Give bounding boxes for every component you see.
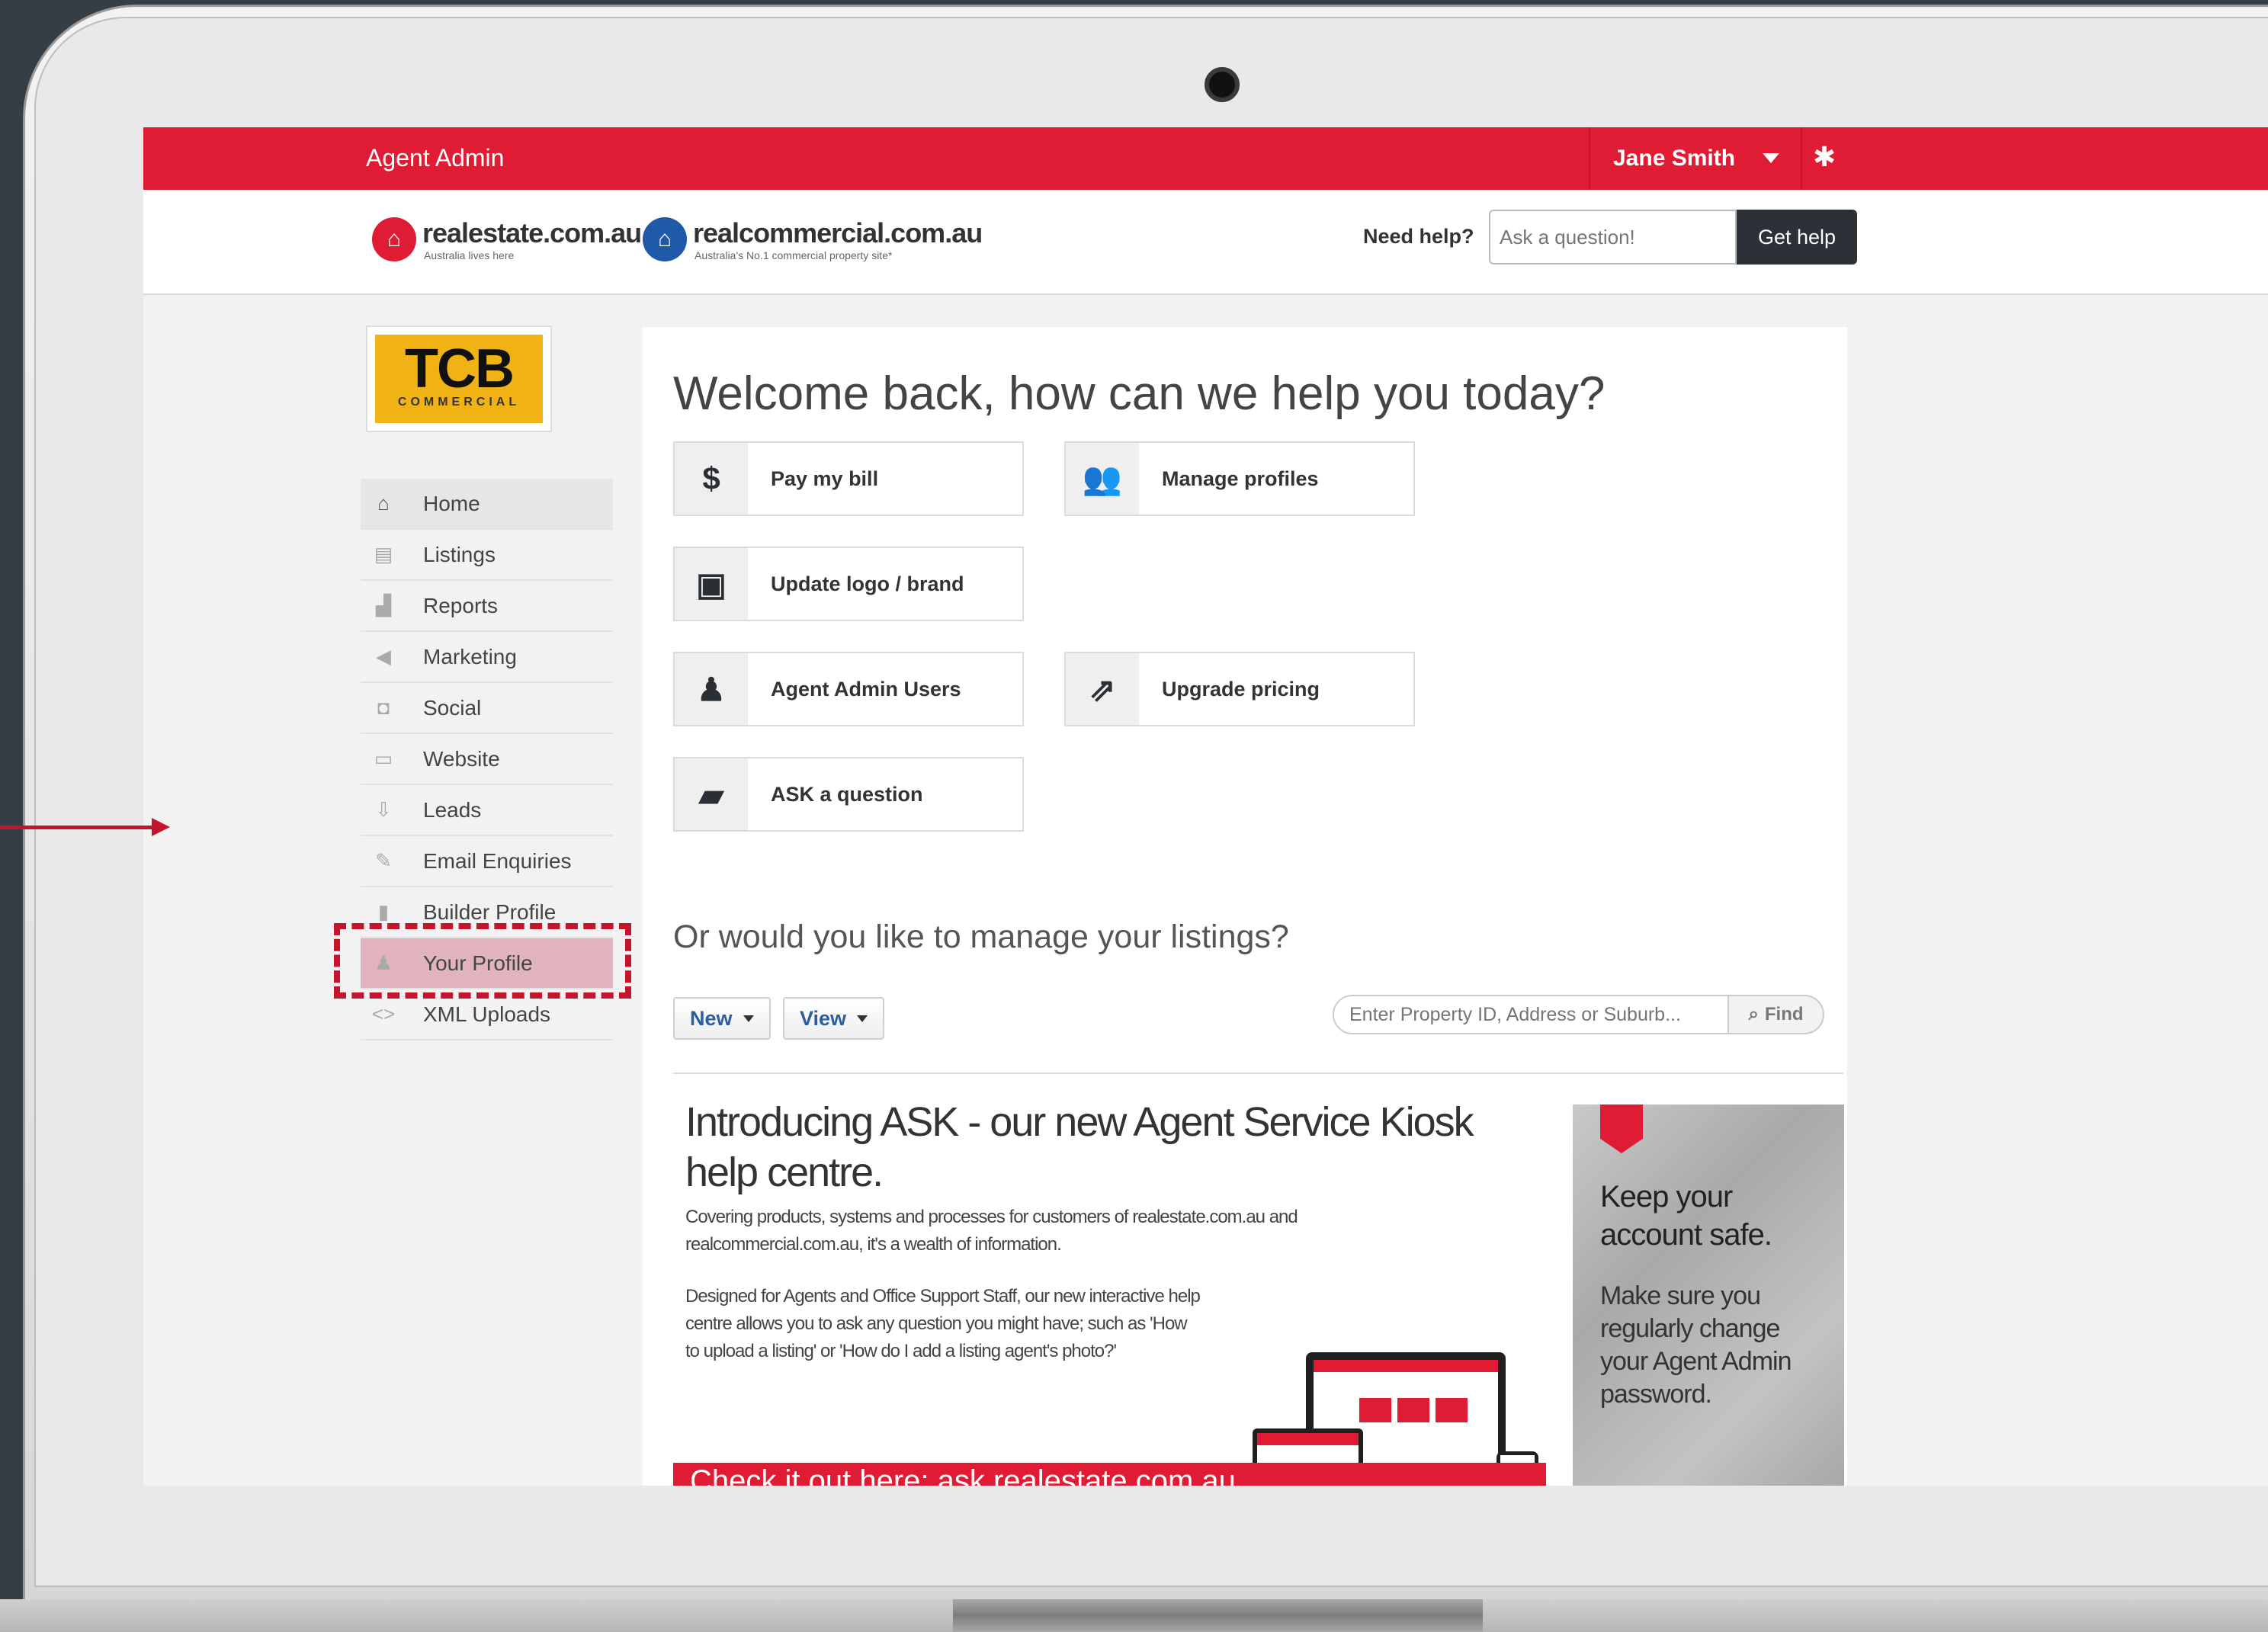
promo-title: Introducing ASK - our new Agent Service … (685, 1099, 1474, 1195)
ask-link-banner[interactable]: Check it out here: ask.realestate.com.au (673, 1463, 1546, 1486)
get-help-button[interactable]: Get help (1737, 210, 1857, 265)
chevron-down-icon[interactable] (1763, 153, 1779, 163)
tile-label: Pay my bill (771, 467, 879, 490)
sidebar-item-label: Leads (423, 797, 482, 822)
sidebar-item-label: Reports (423, 593, 499, 617)
screen: Agent Admin Jane Smith ✱ ⌂ realestate.co… (143, 127, 2268, 1486)
arrow-head-icon (152, 818, 170, 836)
sidebar-item-email-enquiries[interactable]: ✎ Email Enquiries (361, 836, 613, 887)
sidebar-item-label: XML Uploads (423, 1002, 551, 1026)
upgrade-pricing-button[interactable]: ⇗ Upgrade pricing (1064, 652, 1415, 726)
social-icon: ◘ (377, 696, 390, 719)
highlight-box (334, 923, 631, 999)
view-listings-button[interactable]: View (783, 997, 885, 1040)
user-icon: ♟ (675, 653, 748, 725)
user-name: Jane Smith (1613, 146, 1736, 171)
reports-icon: ▟ (376, 594, 391, 617)
sidebar-item-listings[interactable]: ▤ Listings (361, 530, 613, 581)
agent-admin-users-button[interactable]: ♟ Agent Admin Users (673, 652, 1024, 726)
sidebar-item-home[interactable]: ⌂ Home (361, 479, 613, 530)
bookmark-icon (1600, 1105, 1643, 1153)
promo-paragraph-1: Covering products, systems and processes… (685, 1207, 1298, 1255)
laptop-hinge (953, 1599, 1483, 1632)
agency-logo-text: TCB (405, 338, 515, 399)
main-panel: Welcome back, how can we help you today?… (643, 327, 1847, 1486)
page-title: Welcome back, how can we help you today? (673, 367, 1606, 420)
sidebar-item-label: Home (423, 491, 480, 515)
code-icon: <> (371, 1002, 396, 1025)
sidebar-item-website[interactable]: ▭ Website (361, 734, 613, 785)
external-link-icon: ⇗ (1066, 653, 1139, 725)
new-label: New (690, 1006, 733, 1030)
builder-icon: ▮ (377, 900, 390, 923)
agency-logo-subtext: COMMERCIAL (397, 396, 521, 409)
property-search-input[interactable] (1333, 995, 1729, 1034)
realestate-logo[interactable]: ⌂ realestate.com.au Australia lives here (372, 217, 642, 261)
house-icon: ⌂ (643, 217, 687, 261)
pay-bill-button[interactable]: $ Pay my bill (673, 441, 1024, 516)
sidebar-item-label: Listings (423, 542, 496, 566)
search-icon: ⌕ (1748, 1004, 1759, 1024)
tile-label: Update logo / brand (771, 572, 964, 595)
promo-paragraph-2: Designed for Agents and Office Support S… (685, 1286, 1201, 1361)
gear-icon[interactable]: ✱ (1813, 141, 1836, 173)
email-icon: ✎ (375, 849, 392, 872)
new-listing-button[interactable]: New (673, 997, 771, 1040)
security-text: Make sure you regularly change your Agen… (1600, 1281, 1792, 1409)
sidebar-item-leads[interactable]: ⇩ Leads (361, 785, 613, 836)
top-bar: Agent Admin Jane Smith ✱ (143, 127, 2268, 190)
tile-label: Upgrade pricing (1162, 677, 1320, 701)
header: ⌂ realestate.com.au Australia lives here… (143, 190, 2268, 295)
website-icon: ▭ (374, 747, 393, 770)
update-logo-button[interactable]: ▣ Update logo / brand (673, 547, 1024, 621)
chat-bubble-icon: ▰ (675, 758, 748, 830)
logo1-tagline: Australia lives here (424, 249, 515, 261)
tile-label: ASK a question (771, 782, 923, 806)
home-icon: ⌂ (377, 492, 390, 515)
find-label: Find (1764, 1004, 1804, 1024)
sidebar-item-label: Email Enquiries (423, 848, 572, 873)
security-promo: Keep your account safe. Make sure you re… (1573, 1105, 1844, 1486)
divider (673, 1073, 1843, 1074)
agency-logo: TCB COMMERCIAL (366, 325, 552, 432)
listings-icon: ▤ (374, 543, 393, 566)
tile-label: Agent Admin Users (771, 677, 961, 701)
logo2-tagline: Australia's No.1 commercial property sit… (695, 249, 893, 261)
logo1-text: realestate.com.au (422, 217, 642, 248)
sidebar-item-reports[interactable]: ▟ Reports (361, 581, 613, 632)
ask-question-button[interactable]: ▰ ASK a question (673, 757, 1024, 832)
logo2-text: realcommercial.com.au (693, 217, 983, 248)
sidebar-item-label: Social (423, 695, 482, 720)
sidebar-item-label: Builder Profile (423, 899, 557, 924)
house-icon: ⌂ (372, 217, 416, 261)
ask-question-input[interactable] (1489, 210, 1737, 265)
dollar-icon: $ (675, 443, 748, 515)
listings-heading: Or would you like to manage your listing… (673, 919, 1289, 955)
sidebar-item-social[interactable]: ◘ Social (361, 683, 613, 734)
megaphone-icon: ◀ (376, 645, 391, 668)
chevron-down-icon (857, 1015, 868, 1022)
image-icon: ▣ (675, 548, 748, 620)
security-heading: Keep your account safe. (1600, 1180, 1772, 1252)
app-title: Agent Admin (366, 144, 505, 172)
find-button[interactable]: ⌕ Find (1729, 995, 1824, 1034)
chevron-down-icon (743, 1015, 754, 1022)
sidebar-item-label: Website (423, 746, 500, 771)
manage-profiles-button[interactable]: 👥 Manage profiles (1064, 441, 1415, 516)
banner-text: Check it out here: ask.realestate.com.au (690, 1464, 1236, 1486)
webcam-icon (1205, 67, 1240, 102)
tile-label: Manage profiles (1162, 467, 1319, 490)
sidebar-item-marketing[interactable]: ◀ Marketing (361, 632, 613, 683)
pointer-arrow (0, 826, 156, 829)
realcommercial-logo[interactable]: ⌂ realcommercial.com.au Australia's No.1… (643, 217, 983, 261)
need-help-label: Need help? (1363, 225, 1474, 248)
users-icon: 👥 (1066, 443, 1139, 515)
sidebar-item-label: Marketing (423, 644, 517, 669)
leads-icon: ⇩ (375, 798, 392, 821)
view-label: View (800, 1006, 847, 1030)
